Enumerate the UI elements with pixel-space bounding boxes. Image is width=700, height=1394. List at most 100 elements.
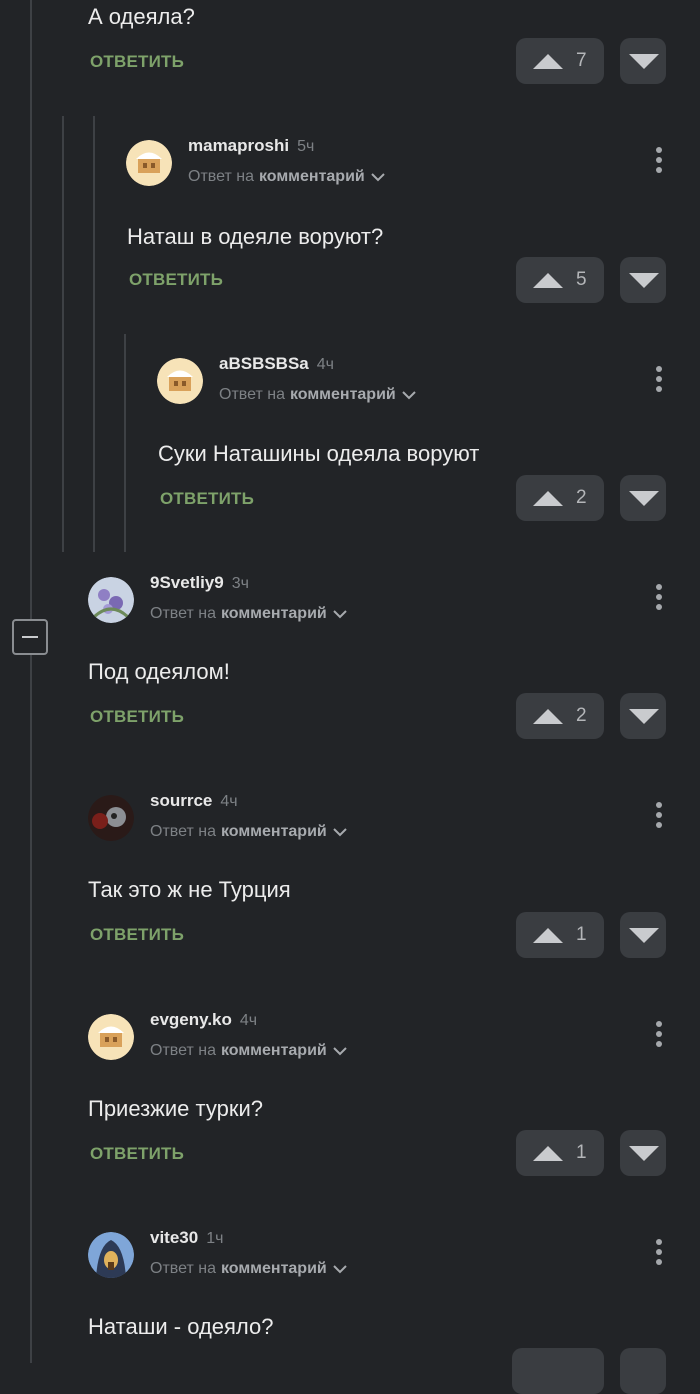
arrow-up-icon — [533, 928, 563, 943]
downvote-button[interactable] — [620, 1348, 666, 1394]
arrow-down-icon — [629, 709, 659, 724]
username[interactable]: mamaproshi — [188, 136, 289, 155]
rating-count: 5 — [576, 269, 587, 290]
username-link[interactable]: mamaproshi 5ч — [188, 136, 314, 156]
reply-button[interactable]: ОТВЕТИТЬ — [129, 270, 223, 290]
comment-time: 5ч — [297, 138, 315, 155]
username[interactable]: vite30 — [150, 1228, 198, 1247]
more-options-icon[interactable] — [654, 1019, 664, 1049]
default-avatar-icon — [88, 1014, 134, 1060]
more-options-icon[interactable] — [654, 364, 664, 394]
thread-line-level-4 — [124, 334, 126, 552]
arrow-up-icon — [533, 1146, 563, 1161]
upvote-button[interactable] — [512, 1348, 604, 1394]
more-options-icon[interactable] — [654, 1237, 664, 1267]
reply-to-link[interactable]: Ответ на комментарий — [219, 386, 416, 404]
reply-prefix: Ответ на — [188, 168, 254, 185]
username-link[interactable]: vite30 1ч — [150, 1228, 223, 1248]
downvote-button[interactable] — [620, 693, 666, 739]
minus-icon — [22, 636, 38, 638]
username[interactable]: 9Svetliy9 — [150, 573, 224, 592]
reply-to-link[interactable]: Ответ на комментарий — [150, 605, 347, 623]
upvote-button[interactable]: 1 — [516, 1130, 604, 1176]
comment-text: Суки Наташины одеяла воруют — [158, 441, 480, 466]
reply-target[interactable]: комментарий — [221, 605, 327, 623]
reply-prefix: Ответ на — [150, 1042, 216, 1059]
reply-button[interactable]: ОТВЕТИТЬ — [90, 925, 184, 945]
thread-line-level-3 — [93, 116, 95, 552]
reply-target[interactable]: комментарий — [221, 1260, 327, 1278]
avatar[interactable] — [88, 577, 134, 623]
reply-to-link[interactable]: Ответ на комментарий — [188, 168, 385, 186]
reply-target[interactable]: комментарий — [259, 168, 365, 186]
dark-photo-avatar-icon — [88, 795, 134, 841]
avatar[interactable] — [88, 1014, 134, 1060]
arrow-up-icon — [533, 491, 563, 506]
chevron-down-icon — [333, 827, 347, 836]
more-options-icon[interactable] — [654, 145, 664, 175]
username[interactable]: sourrce — [150, 791, 212, 810]
username[interactable]: aBSBSBSa — [219, 354, 309, 373]
comment-text: Так это ж не Турция — [88, 877, 291, 902]
more-options-icon[interactable] — [654, 800, 664, 830]
username[interactable]: evgeny.ko — [150, 1010, 232, 1029]
downvote-button[interactable] — [620, 475, 666, 521]
upvote-button[interactable]: 1 — [516, 912, 604, 958]
rating-count: 2 — [576, 705, 587, 726]
comment-text: Наташ в одеяле воруют? — [127, 224, 384, 249]
flowers-photo-avatar-icon — [88, 577, 134, 623]
reply-target[interactable]: комментарий — [221, 823, 327, 841]
chevron-down-icon — [333, 609, 347, 618]
thread-line-level-2 — [62, 116, 64, 552]
reply-prefix: Ответ на — [150, 1260, 216, 1277]
username-link[interactable]: evgeny.ko 4ч — [150, 1010, 257, 1030]
reply-prefix: Ответ на — [150, 605, 216, 622]
avatar[interactable] — [88, 1232, 134, 1278]
downvote-button[interactable] — [620, 912, 666, 958]
default-avatar-icon — [126, 140, 172, 186]
username-link[interactable]: aBSBSBSa 4ч — [219, 354, 334, 374]
arrow-down-icon — [629, 273, 659, 288]
reply-button[interactable]: ОТВЕТИТЬ — [90, 52, 184, 72]
comment-time: 3ч — [231, 575, 249, 592]
avatar[interactable] — [88, 795, 134, 841]
reply-button[interactable]: ОТВЕТИТЬ — [90, 1144, 184, 1164]
reply-target[interactable]: комментарий — [290, 386, 396, 404]
upvote-button[interactable]: 7 — [516, 38, 604, 84]
arrow-down-icon — [629, 928, 659, 943]
comment-text: А одеяла? — [88, 4, 195, 29]
upvote-button[interactable]: 2 — [516, 693, 604, 739]
chevron-down-icon — [333, 1264, 347, 1273]
upvote-button[interactable]: 2 — [516, 475, 604, 521]
upvote-button[interactable]: 5 — [516, 257, 604, 303]
reply-to-link[interactable]: Ответ на комментарий — [150, 1260, 347, 1278]
chevron-down-icon — [402, 390, 416, 399]
username-link[interactable]: 9Svetliy9 3ч — [150, 573, 249, 593]
reply-button[interactable]: ОТВЕТИТЬ — [160, 489, 254, 509]
reply-target[interactable]: комментарий — [221, 1042, 327, 1060]
downvote-button[interactable] — [620, 1130, 666, 1176]
thread-line-root — [30, 0, 32, 1363]
rating-count: 1 — [576, 924, 587, 945]
downvote-button[interactable] — [620, 257, 666, 303]
hooded-figure-avatar-icon — [88, 1232, 134, 1278]
arrow-up-icon — [533, 54, 563, 69]
chevron-down-icon — [333, 1046, 347, 1055]
comment-text: Под одеялом! — [88, 659, 230, 684]
rating-count: 2 — [576, 487, 587, 508]
reply-button[interactable]: ОТВЕТИТЬ — [90, 707, 184, 727]
avatar[interactable] — [126, 140, 172, 186]
rating-count: 1 — [576, 1142, 587, 1163]
collapse-thread-button[interactable] — [12, 619, 48, 655]
arrow-down-icon — [629, 54, 659, 69]
downvote-button[interactable] — [620, 38, 666, 84]
more-options-icon[interactable] — [654, 582, 664, 612]
reply-prefix: Ответ на — [150, 823, 216, 840]
comment-time: 4ч — [239, 1012, 258, 1029]
avatar[interactable] — [157, 358, 203, 404]
username-link[interactable]: sourrce 4ч — [150, 791, 238, 811]
reply-to-link[interactable]: Ответ на комментарий — [150, 1042, 347, 1060]
reply-to-link[interactable]: Ответ на комментарий — [150, 823, 347, 841]
arrow-down-icon — [629, 1146, 659, 1161]
chevron-down-icon — [371, 172, 385, 181]
